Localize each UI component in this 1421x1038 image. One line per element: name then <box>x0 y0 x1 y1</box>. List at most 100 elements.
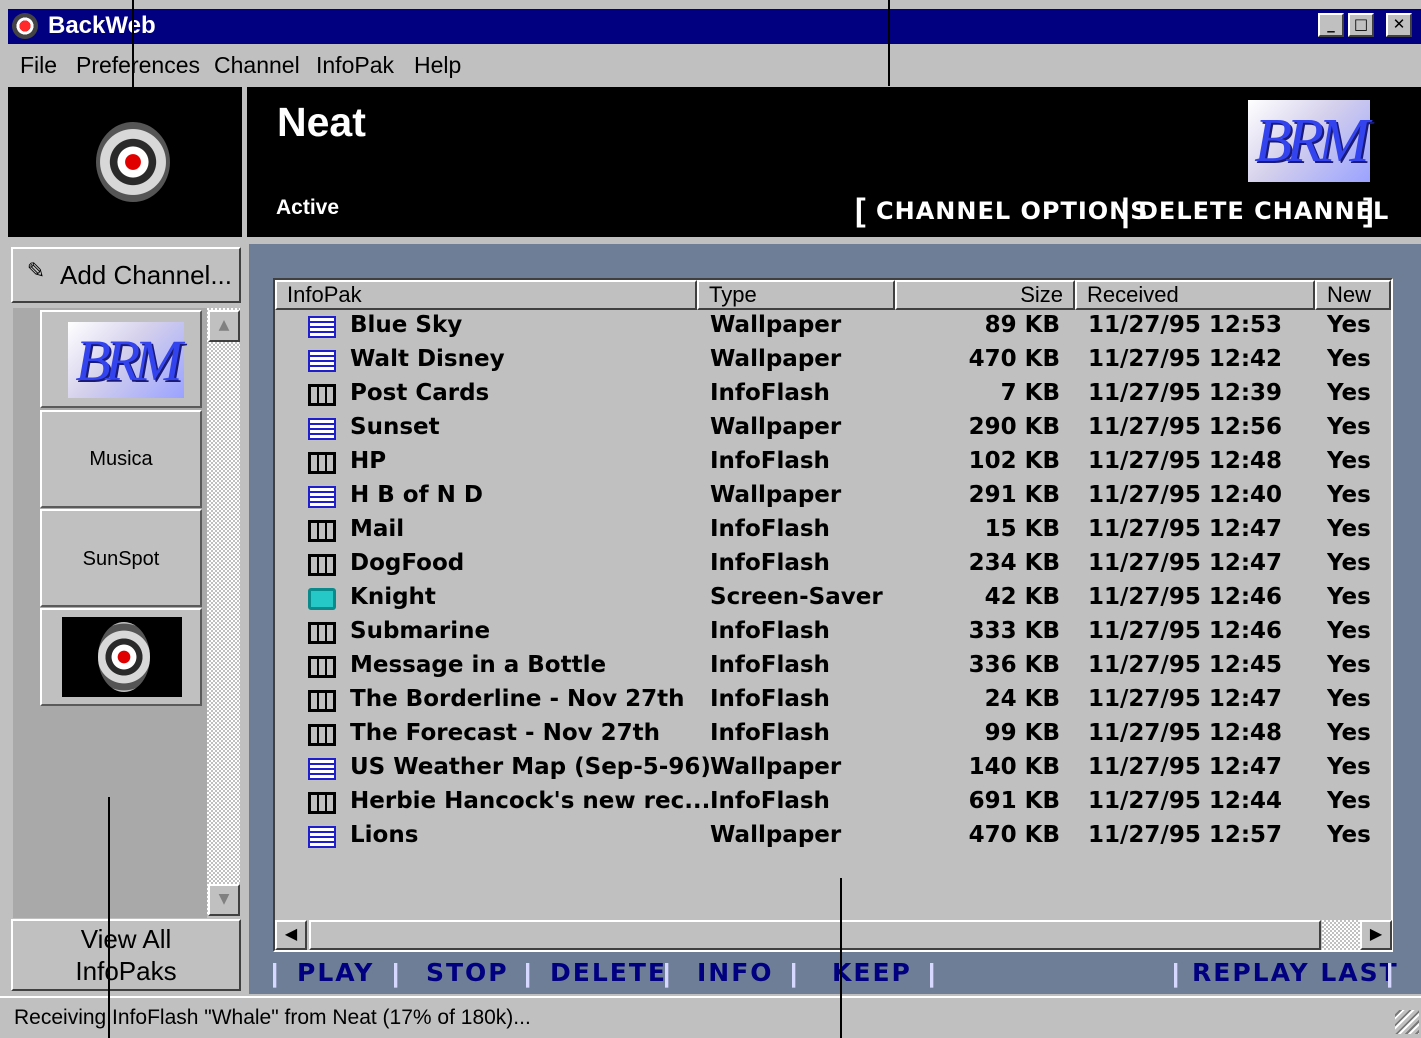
menu-infopak[interactable]: InfoPak <box>316 50 394 80</box>
column-header-new[interactable]: New <box>1315 280 1391 310</box>
minimize-button[interactable]: _ <box>1318 13 1344 37</box>
cell-received: 11/27/95 12:46 <box>1088 584 1283 610</box>
table-row[interactable]: The Borderline - Nov 27th InfoFlash 24 KB 1… <box>276 683 1390 717</box>
info-button[interactable]: INFO <box>697 958 774 988</box>
cell-infopak: Submarine <box>350 618 491 644</box>
table-row[interactable]: Post Cards InfoFlash 7 KB 11/27/95 12:39 Yes <box>276 377 1390 411</box>
menu-file[interactable]: File <box>20 50 57 80</box>
backweb-logo-icon[interactable] <box>96 122 170 202</box>
channel-logo: BRM <box>1248 100 1370 182</box>
column-header-type[interactable]: Type <box>697 280 895 310</box>
cell-infopak: Knight <box>350 584 436 610</box>
table-row[interactable]: US Weather Map (Sep-5-96) Wallpaper 140 KB… <box>276 751 1390 785</box>
callout-line <box>888 0 890 86</box>
scroll-left-button[interactable]: ◀ <box>275 920 307 950</box>
column-header-received[interactable]: Received <box>1075 280 1315 310</box>
horizontal-scroll-track[interactable] <box>1322 920 1360 950</box>
table-row[interactable]: Sunset Wallpaper 290 KB 11/27/95 12:56 Yes <box>276 411 1390 445</box>
callout-line <box>840 878 842 1038</box>
cell-received: 11/27/95 12:57 <box>1088 822 1283 848</box>
play-button[interactable]: PLAY <box>297 958 374 988</box>
callout-line <box>108 797 110 1038</box>
backweb-app-icon[interactable] <box>12 13 38 39</box>
cell-infopak: Mail <box>350 516 405 542</box>
cell-new: Yes <box>1327 686 1371 712</box>
scroll-up-button[interactable]: ▲ <box>208 310 240 342</box>
scroll-down-button[interactable]: ▼ <box>208 884 240 916</box>
cell-new: Yes <box>1327 346 1371 372</box>
horizontal-scroll-thumb[interactable] <box>309 920 1321 950</box>
bracket-left: [ <box>855 192 866 228</box>
close-button[interactable]: ✕ <box>1386 13 1412 37</box>
table-row[interactable]: Lions Wallpaper 470 KB 11/27/95 12:57 Yes <box>276 819 1390 853</box>
screensaver-icon <box>308 588 336 610</box>
infoflash-icon <box>308 452 336 474</box>
action-separator: | <box>524 958 532 988</box>
cell-size: 24 KB <box>984 686 1060 712</box>
title-bar[interactable] <box>8 9 1421 44</box>
cell-infopak: The Forecast - Nov 27th <box>350 720 661 746</box>
keep-button[interactable]: KEEP <box>832 958 912 988</box>
infoflash-icon <box>308 792 336 814</box>
cell-size: 15 KB <box>984 516 1060 542</box>
table-row[interactable]: H B of N D Wallpaper 291 KB 11/27/95 12:40 Y… <box>276 479 1390 513</box>
cell-size: 102 KB <box>968 448 1060 474</box>
cell-size: 234 KB <box>968 550 1060 576</box>
infoflash-icon <box>308 554 336 576</box>
cell-type: InfoFlash <box>710 618 830 644</box>
cell-infopak: Herbie Hancock's new rec... <box>350 788 711 814</box>
menu-channel[interactable]: Channel <box>214 50 300 80</box>
resize-grip-icon[interactable] <box>1395 1010 1419 1034</box>
cell-type: InfoFlash <box>710 652 830 678</box>
pencil-icon: ✎ <box>26 258 46 283</box>
menu-help[interactable]: Help <box>414 50 461 80</box>
menu-preferences[interactable]: Preferences <box>76 50 200 80</box>
callout-line <box>132 0 134 118</box>
table-row[interactable]: Walt Disney Wallpaper 470 KB 11/27/95 12:42… <box>276 343 1390 377</box>
action-separator: | <box>1172 958 1180 988</box>
cell-type: Wallpaper <box>710 346 842 372</box>
table-row[interactable]: HP InfoFlash 102 KB 11/27/95 12:48 Yes <box>276 445 1390 479</box>
infoflash-icon <box>308 520 336 542</box>
wallpaper-icon <box>308 826 336 848</box>
column-header-infopak[interactable]: InfoPak <box>275 280 697 310</box>
brm-logo: BRM <box>68 322 184 398</box>
cell-new: Yes <box>1327 788 1371 814</box>
cell-received: 11/27/95 12:48 <box>1088 720 1283 746</box>
channel-scrollbar[interactable] <box>207 308 240 914</box>
cell-type: Wallpaper <box>710 822 842 848</box>
window-title: BackWeb <box>48 12 156 39</box>
table-row[interactable]: DogFood InfoFlash 234 KB 11/27/95 12:47 Yes <box>276 547 1390 581</box>
table-row[interactable]: Mail InfoFlash 15 KB 11/27/95 12:47 Yes <box>276 513 1390 547</box>
table-row[interactable]: Message in a Bottle InfoFlash 336 KB 11/27/… <box>276 649 1390 683</box>
channel-label-musica: Musica <box>89 448 153 470</box>
stop-button[interactable]: STOP <box>426 958 509 988</box>
channel-options-link[interactable]: CHANNEL OPTIONS <box>876 197 1149 225</box>
cell-received: 11/27/95 12:46 <box>1088 618 1283 644</box>
delete-channel-link[interactable]: DELETE CHANNEL <box>1138 197 1389 225</box>
cell-infopak: Sunset <box>350 414 440 440</box>
cell-received: 11/27/95 12:45 <box>1088 652 1283 678</box>
column-header-size[interactable]: Size <box>895 280 1075 310</box>
cell-new: Yes <box>1327 312 1371 338</box>
bracket-divider: | <box>1121 192 1130 228</box>
cell-type: InfoFlash <box>710 550 830 576</box>
table-row[interactable]: Knight Screen-Saver 42 KB 11/27/95 12:46 Yes <box>276 581 1390 615</box>
cell-size: 140 KB <box>968 754 1060 780</box>
maximize-button[interactable]: □ <box>1348 13 1374 37</box>
cell-new: Yes <box>1327 550 1371 576</box>
table-row[interactable]: Herbie Hancock's new rec... InfoFlash 691 … <box>276 785 1390 819</box>
cell-received: 11/27/95 12:47 <box>1088 516 1283 542</box>
table-row[interactable]: Blue Sky Wallpaper 89 KB 11/27/95 12:53 Yes <box>276 309 1390 343</box>
cell-size: 470 KB <box>968 822 1060 848</box>
table-row[interactable]: The Forecast - Nov 27th InfoFlash 99 KB 11/… <box>276 717 1390 751</box>
view-all-label: InfoPaks <box>75 956 177 986</box>
action-separator: | <box>928 958 936 988</box>
cell-size: 42 KB <box>984 584 1060 610</box>
wallpaper-icon <box>308 418 336 440</box>
cell-infopak: The Borderline - Nov 27th <box>350 686 685 712</box>
replay-last-button[interactable]: REPLAY LAST <box>1192 958 1399 988</box>
delete-button[interactable]: DELETE <box>550 958 667 988</box>
table-row[interactable]: Submarine InfoFlash 333 KB 11/27/95 12:46 Ye… <box>276 615 1390 649</box>
scroll-right-button[interactable]: ▶ <box>1360 920 1392 950</box>
